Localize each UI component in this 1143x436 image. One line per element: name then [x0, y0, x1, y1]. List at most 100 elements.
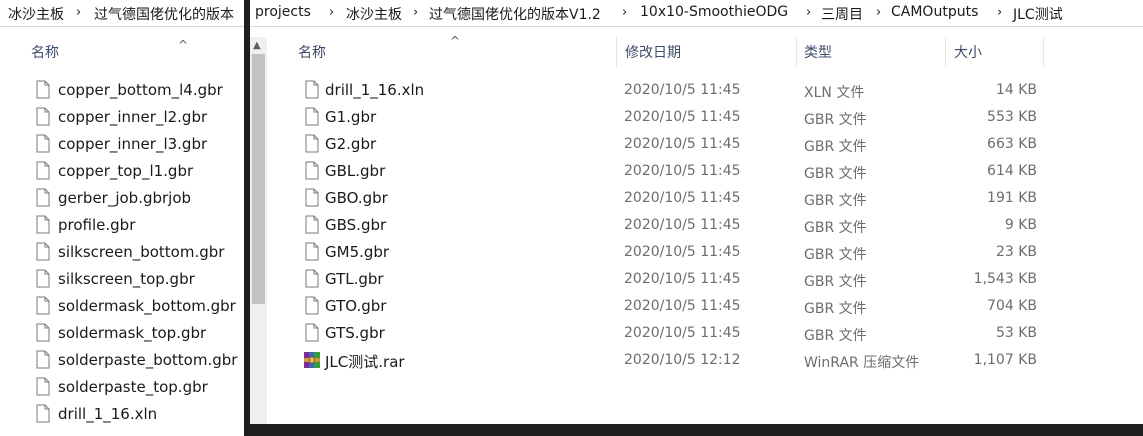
file-date-modified: 2020/10/5 11:45	[624, 109, 741, 125]
document-icon	[36, 80, 50, 99]
file-type: GBR 文件	[804, 166, 867, 182]
back-breadcrumb-item[interactable]: 冰沙主板	[8, 4, 64, 24]
column-divider[interactable]	[945, 37, 946, 67]
scrollbar-thumb[interactable]	[252, 54, 265, 304]
back-file-row[interactable]: silkscreen_top.gbr	[0, 266, 250, 293]
back-column-header: ^ 名称	[0, 38, 250, 64]
breadcrumb-item[interactable]: 过气德国佬优化的版本V1.2	[429, 4, 601, 24]
file-name: GBO.gbr	[325, 189, 388, 207]
back-file-name: copper_inner_l3.gbr	[58, 135, 208, 153]
back-file-row[interactable]: soldermask_top.gbr	[0, 320, 250, 347]
file-row[interactable]: GM5.gbr 2020/10/5 11:45 GBR 文件 23 KB	[267, 239, 1047, 266]
back-file-row[interactable]: gerber_job.gbrjob	[0, 185, 250, 212]
back-file-name: drill_1_16.xln	[58, 405, 158, 423]
file-name: G2.gbr	[325, 135, 377, 153]
file-size: 191 KB	[987, 190, 1037, 206]
vertical-scrollbar[interactable]: ▲	[250, 37, 267, 424]
chevron-right-icon: ›	[76, 5, 82, 20]
file-row[interactable]: G1.gbr 2020/10/5 11:45 GBR 文件 553 KB	[267, 104, 1047, 131]
back-file-row[interactable]: silkscreen_bottom.gbr	[0, 239, 250, 266]
file-date-modified: 2020/10/5 11:45	[624, 82, 741, 98]
file-date-modified: 2020/10/5 11:45	[624, 271, 741, 287]
back-file-name: soldermask_bottom.gbr	[58, 297, 236, 315]
file-type: GBR 文件	[804, 220, 867, 236]
back-column-name[interactable]: 名称	[31, 42, 59, 62]
back-file-row[interactable]: copper_top_l1.gbr	[0, 158, 250, 185]
back-breadcrumb: 冰沙主板 › 过气德国佬优化的版本	[0, 0, 250, 27]
back-file-row[interactable]: soldermask_bottom.gbr	[0, 293, 250, 320]
document-icon	[305, 161, 319, 180]
file-row[interactable]: GBO.gbr 2020/10/5 11:45 GBR 文件 191 KB	[267, 185, 1047, 212]
document-icon	[36, 350, 50, 369]
file-size: 9 KB	[1004, 217, 1037, 233]
back-file-row[interactable]: drill_1_16.xln	[0, 401, 250, 428]
breadcrumb-item[interactable]: 三周目	[821, 4, 863, 24]
file-size: 704 KB	[987, 298, 1037, 314]
column-header-size[interactable]: 大小	[954, 42, 982, 62]
back-breadcrumb-item[interactable]: 过气德国佬优化的版本	[94, 4, 234, 24]
breadcrumb: projects › 冰沙主板 › 过气德国佬优化的版本V1.2 › 10x10…	[250, 0, 1143, 27]
scroll-up-arrow-icon[interactable]: ▲	[253, 40, 261, 51]
back-file-row[interactable]: profile.gbr	[0, 212, 250, 239]
breadcrumb-item[interactable]: 10x10-SmoothieODG	[640, 4, 788, 20]
breadcrumb-item[interactable]: JLC测试	[1013, 4, 1063, 24]
chevron-right-icon: ›	[413, 5, 419, 20]
back-file-name: copper_top_l1.gbr	[58, 162, 194, 180]
file-type: GBR 文件	[804, 247, 867, 263]
back-file-row[interactable]: copper_inner_l3.gbr	[0, 131, 250, 158]
file-size: 1,543 KB	[973, 271, 1037, 287]
file-type: GBR 文件	[804, 112, 867, 128]
chevron-right-icon: ›	[329, 5, 335, 20]
document-icon	[305, 296, 319, 315]
file-type: XLN 文件	[804, 85, 865, 101]
file-size: 553 KB	[987, 109, 1037, 125]
file-name: GTL.gbr	[325, 270, 384, 288]
back-explorer-window: 冰沙主板 › 过气德国佬优化的版本 ^ 名称 copper_bottom_l4.…	[0, 0, 250, 436]
file-size: 1,107 KB	[973, 352, 1037, 368]
document-icon	[305, 323, 319, 342]
column-header-name[interactable]: 名称	[298, 42, 326, 62]
front-explorer-content: projects › 冰沙主板 › 过气德国佬优化的版本V1.2 › 10x10…	[250, 0, 1143, 424]
file-row[interactable]: GBL.gbr 2020/10/5 11:45 GBR 文件 614 KB	[267, 158, 1047, 185]
document-icon	[305, 188, 319, 207]
back-file-name: soldermask_top.gbr	[58, 324, 207, 342]
column-header-date[interactable]: 修改日期	[625, 42, 681, 62]
file-row[interactable]: JLC测试.rar 2020/10/5 12:12 WinRAR 压缩文件 1,107…	[267, 347, 1047, 374]
file-date-modified: 2020/10/5 11:45	[624, 244, 741, 260]
column-divider[interactable]	[616, 37, 617, 67]
file-type: WinRAR 压缩文件	[804, 355, 920, 371]
file-row[interactable]: G2.gbr 2020/10/5 11:45 GBR 文件 663 KB	[267, 131, 1047, 158]
file-date-modified: 2020/10/5 11:45	[624, 163, 741, 179]
column-header-type[interactable]: 类型	[804, 42, 832, 62]
file-name: GTS.gbr	[325, 324, 385, 342]
breadcrumb-item[interactable]: CAMOutputs	[891, 4, 978, 20]
file-row[interactable]: GTS.gbr 2020/10/5 11:45 GBR 文件 53 KB	[267, 320, 1047, 347]
file-date-modified: 2020/10/5 12:12	[624, 352, 741, 368]
column-divider[interactable]	[796, 37, 797, 67]
file-row[interactable]: GTO.gbr 2020/10/5 11:45 GBR 文件 704 KB	[267, 293, 1047, 320]
file-row[interactable]: GBS.gbr 2020/10/5 11:45 GBR 文件 9 KB	[267, 212, 1047, 239]
back-file-row[interactable]: solderpaste_bottom.gbr	[0, 347, 250, 374]
file-row[interactable]: GTL.gbr 2020/10/5 11:45 GBR 文件 1,543 KB	[267, 266, 1047, 293]
file-size: 23 KB	[995, 244, 1037, 260]
back-file-row[interactable]: copper_bottom_l4.gbr	[0, 77, 250, 104]
column-divider[interactable]	[1043, 37, 1044, 67]
breadcrumb-item[interactable]: 冰沙主板	[346, 4, 402, 24]
breadcrumb-item[interactable]: projects	[255, 4, 311, 20]
back-file-row[interactable]: solderpaste_top.gbr	[0, 374, 250, 401]
back-file-row[interactable]: copper_inner_l2.gbr	[0, 104, 250, 131]
file-name: GTO.gbr	[325, 297, 387, 315]
document-icon	[36, 215, 50, 234]
back-file-name: solderpaste_bottom.gbr	[58, 351, 238, 369]
chevron-right-icon: ›	[876, 5, 882, 20]
file-date-modified: 2020/10/5 11:45	[624, 136, 741, 152]
file-row[interactable]: drill_1_16.xln 2020/10/5 11:45 XLN 文件 14 KB	[267, 77, 1047, 104]
document-icon	[305, 269, 319, 288]
file-size: 663 KB	[987, 136, 1037, 152]
document-icon	[36, 107, 50, 126]
file-type: GBR 文件	[804, 193, 867, 209]
document-icon	[36, 134, 50, 153]
back-file-name: gerber_job.gbrjob	[58, 189, 192, 207]
file-type: GBR 文件	[804, 328, 867, 344]
sort-ascending-icon: ^	[178, 38, 189, 52]
